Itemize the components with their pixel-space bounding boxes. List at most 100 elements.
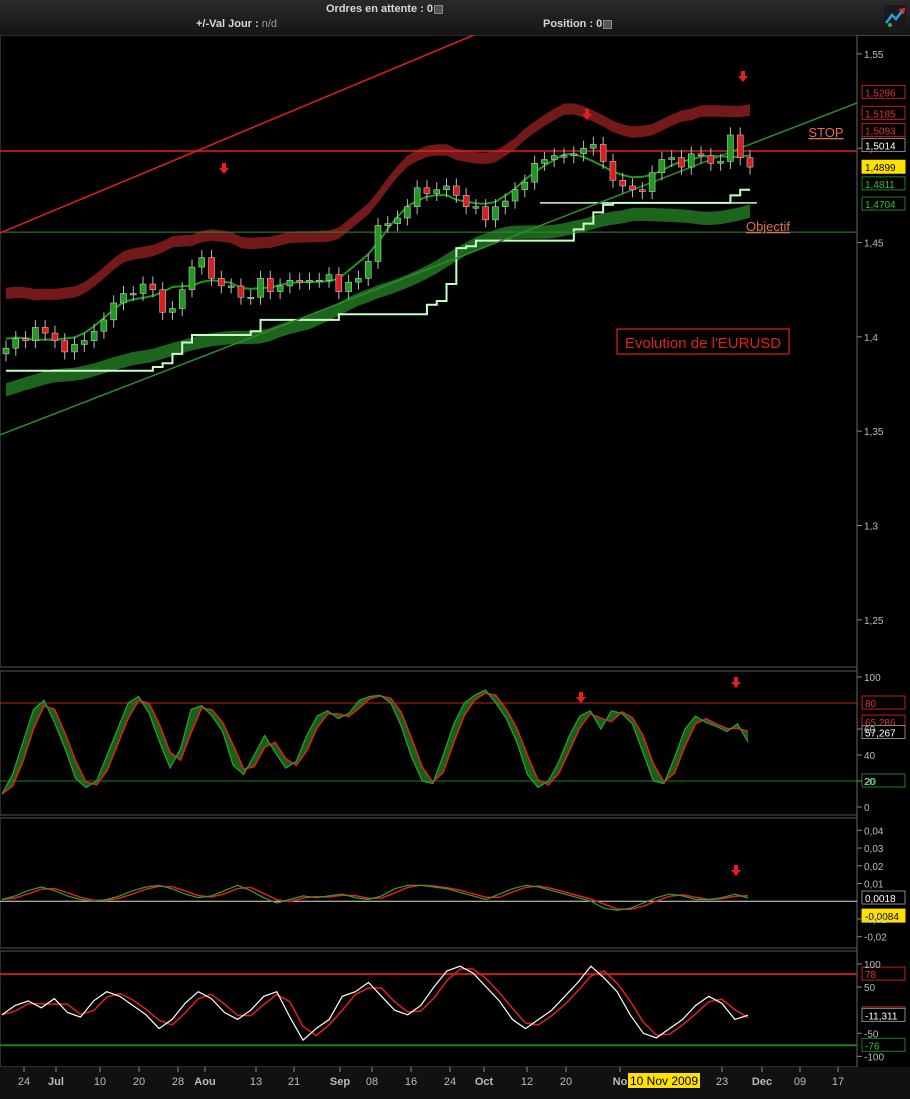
macd-panel[interactable] [0, 817, 858, 949]
day-change: +/-Val Jour : n/d [196, 18, 277, 30]
cci-panel[interactable] [0, 950, 858, 1068]
cci-tick-label: -100 [864, 1052, 884, 1063]
candle-body [120, 293, 127, 304]
candle-body [22, 338, 29, 341]
macd-tick-label: -0,01 [864, 915, 887, 926]
candle-body [100, 319, 108, 332]
cci-badge: 78 [865, 970, 877, 981]
candle-body [306, 280, 313, 283]
price-badge: 1,5014 [865, 142, 896, 153]
candle-body [727, 134, 734, 162]
date-tick-label: 20 [560, 1076, 572, 1088]
candle-body [443, 185, 450, 190]
price-badges: 1,52961,51851,50931,50141,48991,48111,47… [861, 84, 906, 1052]
candle-body [208, 257, 215, 279]
candle-body [71, 344, 78, 353]
candle-body [257, 278, 264, 298]
position-value: 0 [596, 18, 603, 30]
cci-tick-label: -50 [864, 1029, 879, 1040]
date-tick-label: Aou [194, 1076, 215, 1088]
pending-orders-close-icon[interactable] [434, 4, 443, 14]
position-label: Position : [543, 18, 594, 30]
price-tick-label: 1,25 [864, 616, 884, 627]
date-tick-label: 20 [133, 1076, 145, 1088]
date-tick-label: 28 [172, 1076, 184, 1088]
stochastic-tick-label: 100 [864, 673, 881, 684]
date-tick-label: 12 [521, 1076, 533, 1088]
candle-body [462, 195, 470, 207]
position: Position : 0 [543, 18, 613, 30]
price-tick-label: 1,3 [864, 522, 878, 533]
candle-body [237, 285, 245, 298]
candle-body [90, 330, 98, 341]
candle-body [521, 181, 529, 190]
candle-body [110, 302, 117, 321]
position-close-icon[interactable] [603, 19, 613, 29]
date-tick-label: 09 [794, 1076, 806, 1088]
candle-body [453, 185, 460, 196]
stochastic-tick-label: 20 [864, 777, 876, 788]
price-badge: 1,4899 [865, 163, 896, 174]
candle-body [345, 281, 352, 292]
candle-body [688, 153, 695, 168]
date-tick-label: 24 [444, 1076, 456, 1088]
date-tick-label: 16 [405, 1076, 417, 1088]
price-badge: 1,5296 [865, 88, 896, 99]
candle-body [335, 274, 343, 292]
candle-body [413, 187, 421, 207]
candle-body [325, 274, 333, 281]
candle-body [531, 163, 538, 183]
chart-title: Evolution de l'EURUSD [625, 335, 781, 352]
date-tick-label: 24 [18, 1076, 30, 1088]
stochastic-tick-label: 60 [864, 725, 876, 736]
candle-body [746, 157, 754, 168]
date-tick-label: 10 [94, 1076, 106, 1088]
candle-body [247, 296, 254, 299]
date-tick-label: 17 [832, 1076, 844, 1088]
candle-body [61, 340, 68, 353]
macd-badge: 0,0018 [865, 894, 896, 905]
candle-body [668, 157, 675, 160]
candle-body [374, 225, 382, 262]
candle-body [502, 200, 509, 207]
candle-body [678, 157, 685, 168]
candle-body [394, 217, 401, 224]
candle-body [51, 332, 59, 341]
date-tick-label: 08 [366, 1076, 378, 1088]
candle-body [316, 280, 323, 283]
candle-body [550, 155, 558, 160]
candle-body [482, 206, 489, 221]
candle-body [178, 289, 186, 309]
candle-body [472, 206, 480, 209]
candle-body [511, 189, 519, 202]
chart-area[interactable]: 1,551,51,451,41,351,31,25 1,52961,51851,… [0, 35, 910, 1099]
candle-body [570, 153, 578, 156]
candle-body [609, 161, 617, 181]
candle-body [697, 153, 705, 156]
date-tick-label: 13 [250, 1076, 262, 1088]
day-change-value: n/d [261, 18, 278, 30]
macd-tick-label: 0,02 [864, 862, 884, 873]
price-badge: 1,5093 [865, 127, 896, 138]
stochastic-tick-label: 0 [864, 803, 870, 814]
candle-body [276, 285, 284, 292]
date-tick-label: Oct [475, 1076, 494, 1088]
candle-body [12, 338, 20, 349]
cci-tick-label: 100 [864, 960, 881, 971]
candle-body [423, 187, 431, 194]
candle-body [707, 155, 715, 164]
candle-body [639, 189, 646, 192]
candle-body [541, 159, 548, 164]
price-tick-label: 1,55 [864, 50, 884, 61]
stochastic-panel[interactable] [0, 670, 858, 816]
candle-body [41, 327, 49, 334]
candle-body [384, 223, 392, 226]
candle-body [599, 144, 607, 162]
price-badge: 1,4704 [865, 200, 896, 211]
candle-body [364, 261, 372, 279]
macd-tick-label: 0,04 [864, 826, 884, 837]
cci-badge: -76 [865, 1041, 880, 1052]
candle-body [433, 189, 440, 194]
candle-body [130, 293, 137, 296]
date-tick-label: Dec [752, 1076, 772, 1088]
